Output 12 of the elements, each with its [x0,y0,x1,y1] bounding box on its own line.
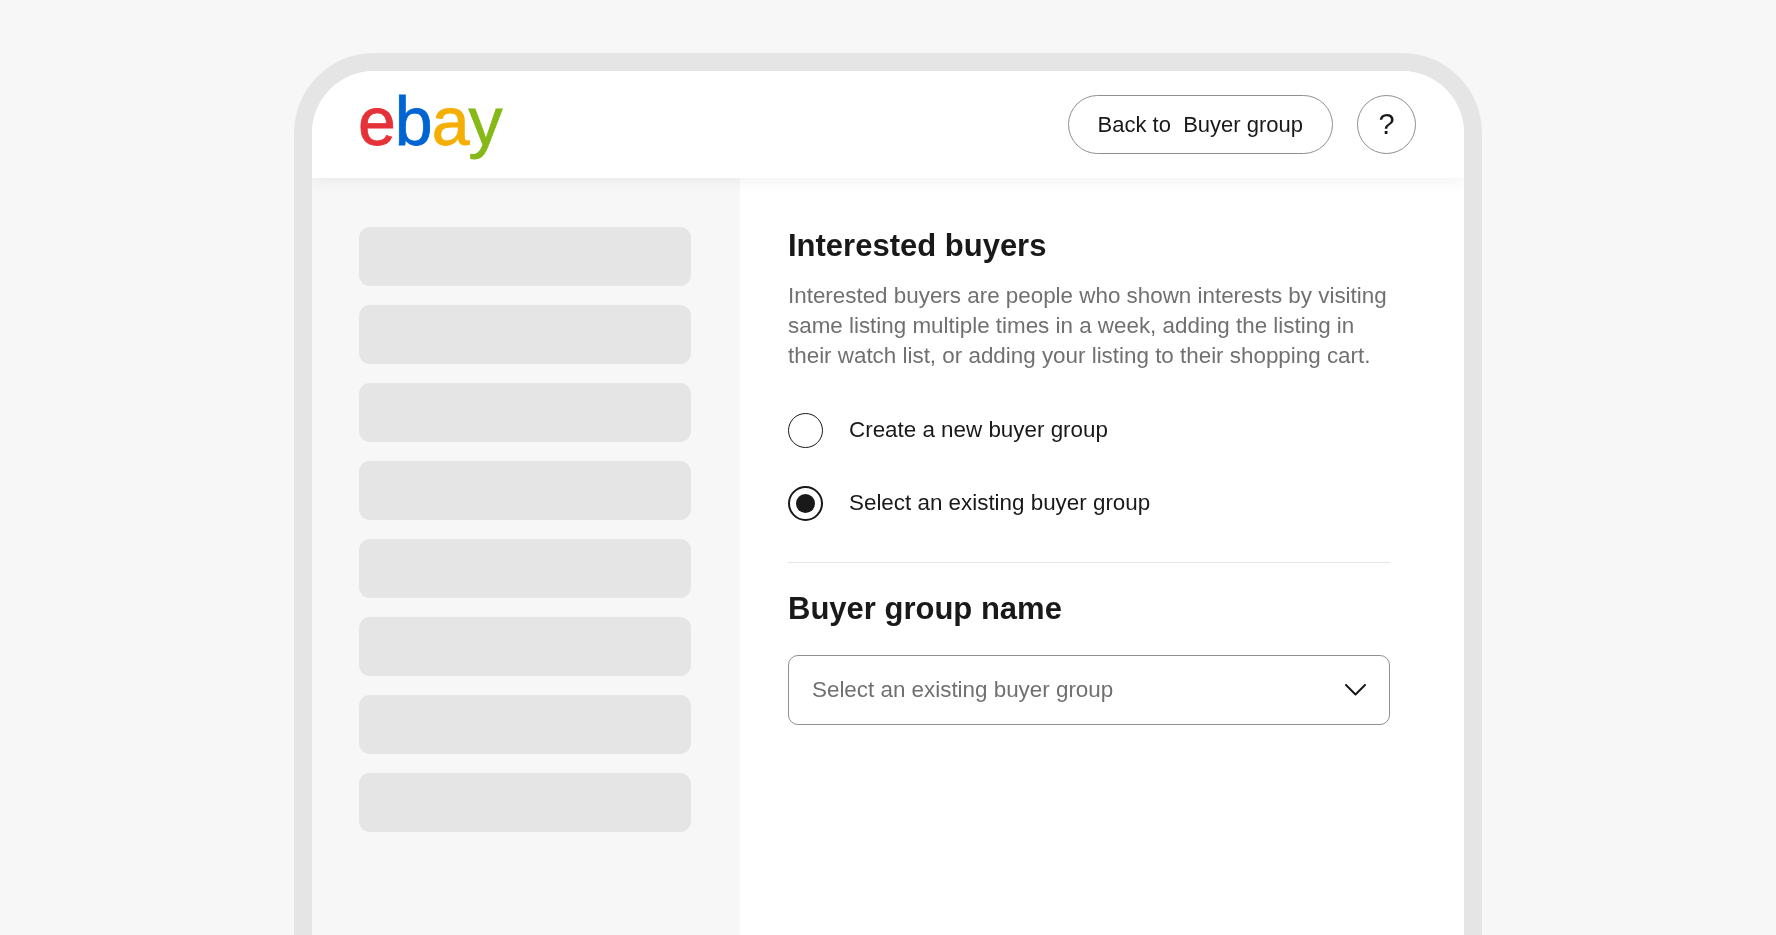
back-button[interactable]: Back to Buyer group [1067,95,1333,154]
radio-label[interactable]: Select an existing buyer group [849,489,1151,517]
description-text: Interested buyers are people who shown interests by visiting same listing multiple times in a week, adding the listing in their watch list, or adding your listing to their shopping cart. [788,282,1388,370]
section-title: Interested buyers [788,227,1048,264]
dropdown-field[interactable]: Select an existing buyer group [788,654,1390,725]
help-button[interactable]: ? [1357,95,1416,154]
radio-button[interactable] [788,485,823,521]
radio-label[interactable]: Create a new buyer group [849,417,1108,444]
section-title: Buyer group name [788,589,1063,627]
logo[interactable]: ebay [358,86,502,163]
radio-button[interactable] [788,413,823,448]
chevron-down-icon [1345,683,1366,696]
